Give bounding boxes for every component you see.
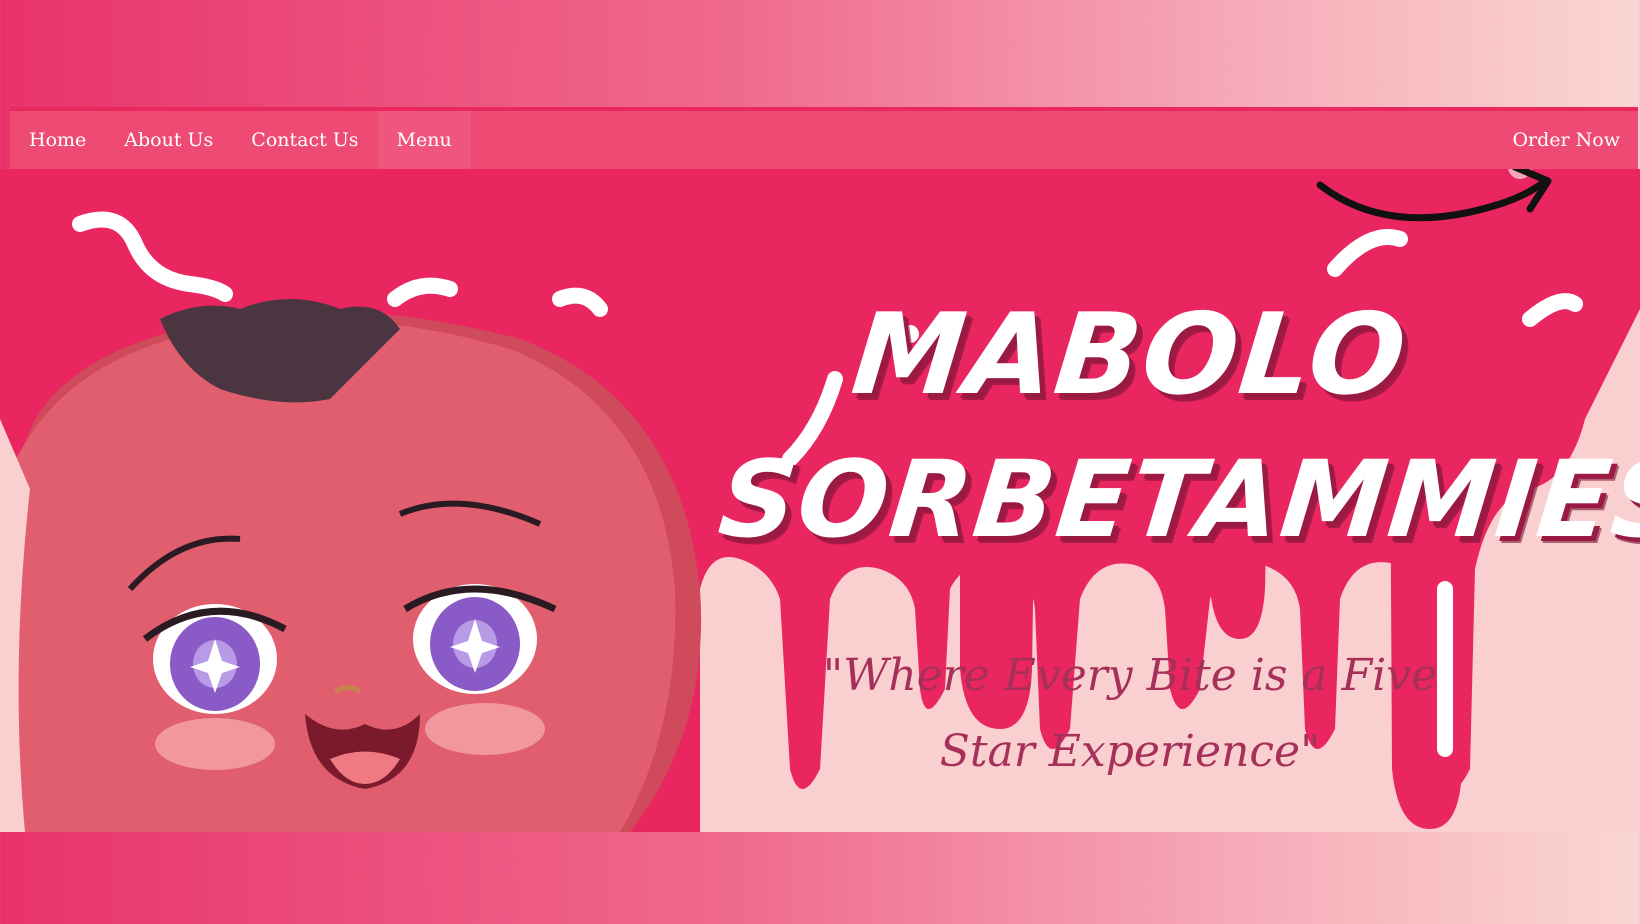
order-now-link[interactable]: Order Now [1493,111,1638,169]
top-gradient-band [0,0,1640,107]
hero-title-line1: MABOLO [846,290,1414,420]
mabolo-fruit-mascot [0,299,702,832]
nav-contact-link[interactable]: Contact Us [232,111,377,169]
main-nav: Home About Us Contact Us Menu Order Now [10,107,1638,169]
nav-home-link[interactable]: Home [10,111,105,169]
nav-menu-link[interactable]: Menu [377,111,471,169]
hero-tagline: "Where Every Bite is a Five Star Experie… [822,650,1438,777]
nav-about-link[interactable]: About Us [105,111,232,169]
bottom-gradient-band [0,832,1640,924]
hero-title-line2: SORBETAMMIES [713,438,1640,561]
